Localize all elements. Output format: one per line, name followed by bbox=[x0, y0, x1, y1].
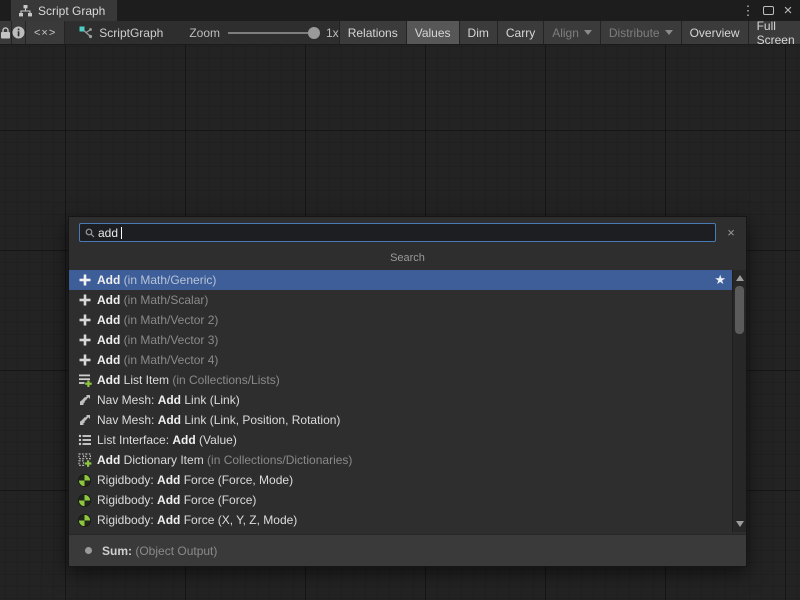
lock-icon bbox=[0, 27, 11, 39]
code-view-button[interactable]: <×> bbox=[26, 21, 65, 44]
rigidbody-icon bbox=[77, 513, 92, 528]
toolbar-button-label: Dim bbox=[468, 26, 489, 40]
result-row[interactable]: Add Dictionary Item (in Collections/Dict… bbox=[69, 450, 732, 470]
toolbar-button-carry[interactable]: Carry bbox=[497, 21, 543, 44]
window-maximize-icon[interactable] bbox=[760, 3, 776, 19]
result-row[interactable]: Add (in Math/Vector 3) bbox=[69, 330, 732, 350]
zoom-value: 1x bbox=[326, 26, 339, 40]
plus-icon bbox=[77, 293, 92, 308]
plus-icon bbox=[77, 333, 92, 348]
popup-close-icon[interactable]: × bbox=[724, 225, 738, 240]
toolbar-button-label: Full Screen bbox=[757, 19, 795, 47]
zoom-slider-track bbox=[228, 32, 318, 34]
tab-script-graph[interactable]: Script Graph bbox=[11, 0, 117, 21]
info-icon bbox=[12, 26, 25, 39]
scroll-down-icon[interactable] bbox=[736, 521, 744, 527]
result-row[interactable]: Add (in Math/Generic) ★ bbox=[69, 270, 732, 290]
result-row[interactable]: Add (in Math/Scalar) bbox=[69, 290, 732, 310]
window-menu-icon[interactable]: ⋮ bbox=[740, 3, 756, 19]
nav-mesh-icon bbox=[77, 393, 92, 408]
result-row-label: Add (in Math/Generic) bbox=[97, 273, 216, 287]
add-list-item-icon bbox=[77, 373, 92, 388]
result-row-label: Rigidbody: Add Force (Force) bbox=[97, 493, 256, 507]
result-row-label: Nav Mesh: Add Link (Link) bbox=[97, 393, 240, 407]
scrollbar[interactable] bbox=[732, 270, 746, 532]
result-row-label: Rigidbody: Add Force (X, Y, Z, Mode) bbox=[97, 513, 297, 527]
result-row[interactable]: Nav Mesh: Add Link (Link, Position, Rota… bbox=[69, 410, 732, 430]
fuzzy-finder-popup: add × Search Add (in Math/Generic)★Add (… bbox=[68, 216, 747, 567]
toolbar-button-values[interactable]: Values bbox=[406, 21, 459, 44]
toolbar-button-dim[interactable]: Dim bbox=[459, 21, 497, 44]
zoom-slider[interactable] bbox=[228, 27, 318, 39]
result-row[interactable]: Add (in Math/Vector 4) bbox=[69, 350, 732, 370]
plus-icon bbox=[77, 273, 92, 288]
result-list: Add (in Math/Generic) ★ Add (in Math/Scala… bbox=[69, 270, 732, 532]
toolbar-button-overview[interactable]: Overview bbox=[681, 21, 748, 44]
scrollbar-thumb[interactable] bbox=[735, 286, 744, 334]
zoom-label: Zoom bbox=[189, 26, 220, 40]
result-row[interactable]: Rigidbody: Add Force (Force, Mode) bbox=[69, 470, 732, 490]
graph-breadcrumb[interactable]: ScriptGraph bbox=[79, 21, 163, 44]
toolbar-button-label: Relations bbox=[348, 26, 398, 40]
result-row-label: Add Dictionary Item (in Collections/Dict… bbox=[97, 453, 352, 467]
result-row-label: Add (in Math/Vector 3) bbox=[97, 333, 218, 347]
graph-toolbar: <×> ScriptGraph Zoom 1x Relations Values D… bbox=[0, 21, 800, 45]
result-row[interactable]: Nav Mesh: Add Link (Link) bbox=[69, 390, 732, 410]
list-interface-icon bbox=[77, 433, 92, 448]
rigidbody-icon bbox=[77, 473, 92, 488]
search-input[interactable]: add bbox=[79, 223, 716, 242]
text-caret bbox=[121, 227, 122, 239]
selection-summary: Sum: (Object Output) bbox=[69, 534, 746, 566]
graph-name-label: ScriptGraph bbox=[99, 26, 163, 40]
result-row[interactable]: Rigidbody: Add Force (Force) bbox=[69, 490, 732, 510]
result-row[interactable]: Add List Item (in Collections/Lists) bbox=[69, 370, 732, 390]
toolbar-button-label: Overview bbox=[690, 26, 740, 40]
window-close-icon[interactable]: × bbox=[780, 3, 796, 19]
add-dictionary-item-icon bbox=[77, 453, 92, 468]
favorite-star-icon[interactable]: ★ bbox=[714, 272, 726, 288]
result-row[interactable]: List Interface: Add (Value) bbox=[69, 430, 732, 450]
plus-icon bbox=[77, 313, 92, 328]
rigidbody-icon bbox=[77, 493, 92, 508]
toolbar-toggle-group: Relations Values Dim Carry Align Distribute Ov… bbox=[339, 21, 800, 44]
result-row-label: Nav Mesh: Add Link (Link, Position, Rota… bbox=[97, 413, 340, 427]
result-row[interactable]: Rigidbody: Add Force (X, Y, Z, Mode) bbox=[69, 510, 732, 530]
chevron-down-icon bbox=[665, 30, 673, 35]
search-icon bbox=[85, 228, 95, 238]
result-row-label: Add List Item (in Collections/Lists) bbox=[97, 373, 280, 387]
output-port-icon bbox=[85, 547, 92, 554]
toolbar-button-align[interactable]: Align bbox=[543, 21, 600, 44]
toolbar-button-label: Values bbox=[415, 26, 451, 40]
window-titlebar: Script Graph ⋮ × bbox=[0, 0, 800, 21]
result-row-label: Add (in Math/Scalar) bbox=[97, 293, 208, 307]
toolbar-button-distribute[interactable]: Distribute bbox=[600, 21, 681, 44]
toolbar-button-full-screen[interactable]: Full Screen bbox=[748, 21, 800, 44]
toolbar-button-relations[interactable]: Relations bbox=[339, 21, 406, 44]
lock-button[interactable] bbox=[0, 21, 12, 44]
zoom-slider-knob[interactable] bbox=[308, 27, 320, 39]
result-row-label: List Interface: Add (Value) bbox=[97, 433, 237, 447]
toolbar-button-label: Align bbox=[552, 26, 579, 40]
search-header: Search bbox=[69, 248, 746, 270]
toolbar-button-label: Distribute bbox=[609, 26, 660, 40]
result-row-label: Rigidbody: Add Force (Force, Mode) bbox=[97, 473, 293, 487]
graph-tree-icon bbox=[19, 5, 32, 17]
info-button[interactable] bbox=[12, 21, 26, 44]
plus-icon bbox=[77, 353, 92, 368]
result-row-label: Add (in Math/Vector 2) bbox=[97, 313, 218, 327]
chevron-down-icon bbox=[584, 30, 592, 35]
search-value: add bbox=[98, 226, 118, 240]
footer-label: Sum: bbox=[102, 544, 132, 558]
result-row[interactable]: Add (in Math/Vector 2) bbox=[69, 310, 732, 330]
script-graph-icon bbox=[79, 26, 93, 39]
toolbar-button-label: Carry bbox=[506, 26, 535, 40]
nav-mesh-icon bbox=[77, 413, 92, 428]
result-row-label: Add (in Math/Vector 4) bbox=[97, 353, 218, 367]
scroll-up-icon[interactable] bbox=[736, 275, 744, 281]
tab-title: Script Graph bbox=[38, 4, 105, 18]
